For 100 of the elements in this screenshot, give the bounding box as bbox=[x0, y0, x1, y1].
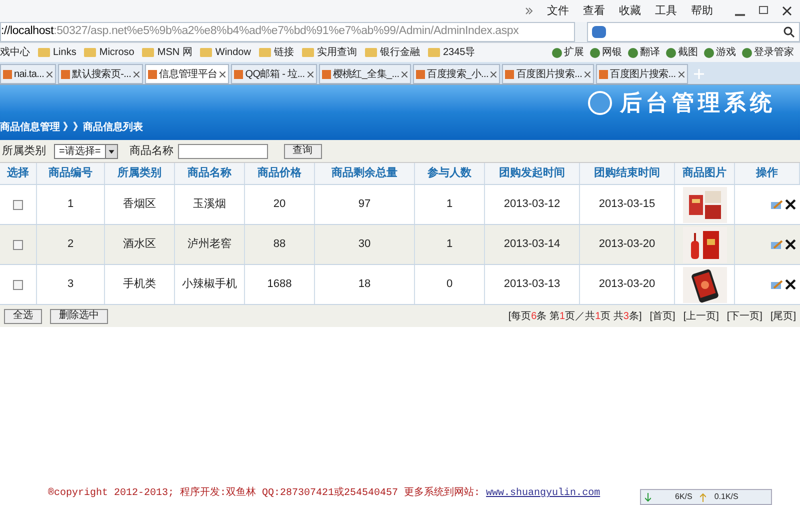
browser-tab[interactable]: QQ邮箱 - 垃... bbox=[231, 64, 317, 84]
browser-tab[interactable]: 樱桃红_全集_... bbox=[318, 64, 412, 84]
delete-icon[interactable] bbox=[785, 199, 796, 210]
browser-tab[interactable]: 百度图片搜索... bbox=[596, 64, 688, 84]
bookmark-link[interactable]: Window bbox=[215, 45, 251, 60]
table-cell-text: 3 bbox=[67, 277, 74, 292]
tab-label: 默认搜索页-... bbox=[72, 68, 132, 82]
column-header: 操作 bbox=[735, 163, 800, 184]
bookmark-link[interactable]: Links bbox=[53, 45, 76, 60]
browser-tab[interactable]: 信息管理平台 bbox=[145, 64, 230, 84]
menu-item[interactable]: 文件 bbox=[547, 2, 569, 20]
table-cell-text: 2013-03-13 bbox=[504, 277, 560, 292]
table-cell-text: 1 bbox=[67, 197, 74, 212]
table-cell-text: 0 bbox=[446, 277, 453, 292]
bookmark-link[interactable]: 实用查询 bbox=[316, 45, 357, 60]
browser-tab[interactable]: 百度图片搜索... bbox=[502, 64, 594, 84]
tab-label: QQ邮箱 - 垃... bbox=[245, 68, 305, 82]
menu-item[interactable]: 收藏 bbox=[619, 2, 641, 20]
toolbar-button[interactable]: 翻译 bbox=[640, 45, 660, 60]
address-field[interactable]: ://localhost:50327/asp.net%e5%9b%a2%e8%b4%ad%e7%bd%91%e7%ab%99/Admin/AdminIndex.aspx bbox=[0, 22, 575, 42]
table-cell-text: 1688 bbox=[267, 277, 292, 292]
toolbar-button[interactable]: 游戏 bbox=[716, 45, 736, 60]
pager-link[interactable]: [上一页] bbox=[683, 308, 719, 324]
favicon-icon bbox=[234, 70, 244, 78]
system-title: 后台管理系统 bbox=[620, 89, 776, 117]
search-button[interactable]: 查询 bbox=[284, 144, 322, 158]
menu-item[interactable]: 帮助 bbox=[691, 2, 713, 20]
favicon-icon bbox=[3, 70, 12, 78]
table-cell-text: 20 bbox=[273, 197, 286, 212]
category-select[interactable]: =请选择= bbox=[54, 144, 118, 158]
column-header: 所属类别 bbox=[105, 163, 175, 184]
table-cell-text: 2013-03-12 bbox=[504, 197, 560, 212]
tab-label: 百度图片搜索... bbox=[516, 68, 582, 82]
toolbar-button[interactable]: 网银 bbox=[602, 45, 622, 60]
search-icon[interactable] bbox=[783, 26, 795, 38]
row-checkbox[interactable] bbox=[13, 240, 23, 250]
table-cell-text: 2013-03-15 bbox=[598, 197, 656, 212]
table-cell-text: 玉溪烟 bbox=[193, 197, 226, 212]
row-checkbox[interactable] bbox=[13, 280, 23, 290]
bookmark-link[interactable]: 戏中心 bbox=[0, 45, 30, 60]
footer-link[interactable]: www.shuangyulin.com bbox=[486, 488, 600, 499]
column-header: 团购结束时间 bbox=[580, 163, 675, 184]
chevron-icon[interactable] bbox=[525, 7, 533, 15]
table-cell-text: 2 bbox=[67, 237, 74, 252]
column-header: 选择 bbox=[0, 163, 37, 184]
column-header: 商品编号 bbox=[37, 163, 105, 184]
row-checkbox[interactable] bbox=[13, 200, 23, 210]
browser-tab[interactable]: 默认搜索页-... bbox=[58, 64, 144, 84]
delete-icon[interactable] bbox=[785, 279, 796, 290]
browser-tab[interactable]: nai.ta... bbox=[0, 64, 56, 84]
close-icon[interactable] bbox=[401, 70, 408, 78]
browser-tab[interactable]: 百度搜索_小... bbox=[413, 64, 500, 84]
bookmark-link[interactable]: MSN 网 bbox=[157, 45, 192, 60]
close-icon[interactable] bbox=[46, 70, 54, 78]
column-header: 参与人数 bbox=[415, 163, 485, 184]
toolbar-button[interactable]: 登录管家 bbox=[754, 45, 794, 60]
column-header: 商品剩余总量 bbox=[315, 163, 415, 184]
menu-item[interactable]: 工具 bbox=[655, 2, 677, 20]
table-cell-text: 香烟区 bbox=[123, 196, 156, 212]
name-label: 商品名称 bbox=[130, 144, 174, 159]
folder-icon bbox=[38, 48, 50, 57]
tool-icon bbox=[628, 48, 638, 58]
bookmark-link[interactable]: Microso bbox=[99, 45, 134, 60]
table-cell-text: 2013-03-20 bbox=[598, 277, 656, 292]
search-engine-icon[interactable] bbox=[592, 26, 606, 38]
close-icon[interactable] bbox=[306, 70, 314, 78]
close-icon[interactable] bbox=[133, 70, 140, 78]
delete-icon[interactable] bbox=[785, 239, 796, 250]
search-field[interactable] bbox=[587, 22, 800, 42]
bookmark-link[interactable]: 2345导 bbox=[442, 45, 476, 60]
toolbar-button[interactable]: 扩展 bbox=[564, 45, 584, 60]
pager-link[interactable]: [尾页] bbox=[770, 308, 796, 324]
close-icon[interactable] bbox=[678, 70, 685, 78]
restore-icon[interactable] bbox=[759, 6, 768, 14]
tab-label: nai.ta... bbox=[14, 68, 44, 82]
tool-icon bbox=[666, 48, 676, 58]
table-cell-text: 18 bbox=[358, 277, 371, 292]
pager-link[interactable]: [首页] bbox=[650, 308, 676, 324]
bookmark-link[interactable]: 银行金融 bbox=[380, 45, 420, 60]
action-button[interactable]: 删除选中 bbox=[50, 308, 108, 324]
category-label: 所属类别 bbox=[2, 144, 46, 159]
toolbar-button[interactable]: 截图 bbox=[678, 45, 698, 60]
folder-icon bbox=[364, 48, 377, 57]
tab-label: 信息管理平台 bbox=[159, 68, 218, 82]
close-icon[interactable] bbox=[219, 70, 226, 78]
close-icon[interactable] bbox=[782, 6, 792, 16]
upload-speed: 0.1K/S bbox=[714, 491, 738, 503]
pager-link[interactable]: [下一页] bbox=[726, 308, 762, 324]
favicon-icon bbox=[505, 70, 514, 78]
tool-icon bbox=[704, 48, 714, 58]
table-cell-text: 2013-03-14 bbox=[504, 237, 560, 252]
table-cell-text: 97 bbox=[358, 197, 371, 212]
menu-item[interactable]: 查看 bbox=[583, 2, 605, 20]
close-icon[interactable] bbox=[584, 70, 592, 78]
name-field[interactable] bbox=[178, 144, 268, 158]
tool-icon bbox=[742, 48, 752, 58]
bookmark-link[interactable]: 链接 bbox=[274, 45, 294, 60]
column-header: 团购发起时间 bbox=[485, 163, 580, 184]
close-icon[interactable] bbox=[490, 70, 498, 78]
action-button[interactable]: 全选 bbox=[4, 308, 42, 324]
